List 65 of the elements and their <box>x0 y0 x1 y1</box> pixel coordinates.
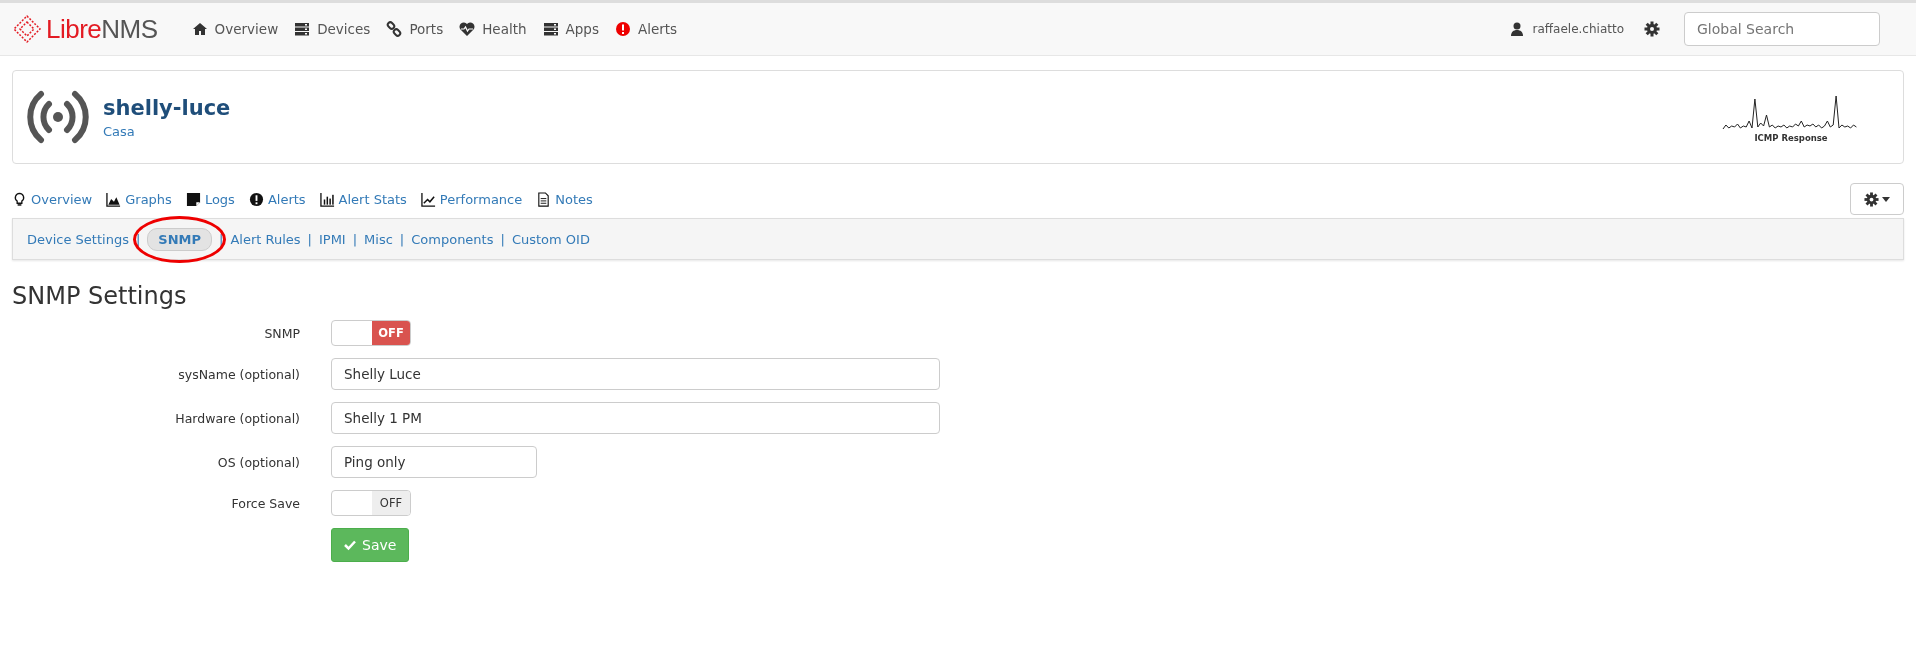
text-field[interactable]: Shelly 1 PM <box>331 402 940 434</box>
separator: | <box>352 231 358 247</box>
logo-wordmark[interactable]: LibreNMS <box>46 13 158 45</box>
separator: | <box>500 231 505 247</box>
switch-state: OFF <box>372 491 410 515</box>
switch-state: OFF <box>372 321 410 345</box>
subnav-link[interactable]: Misc <box>364 231 393 247</box>
toggle-switch[interactable]: OFF <box>331 320 411 346</box>
exclamation-icon <box>614 21 631 37</box>
separator: | <box>307 231 312 247</box>
nav-link[interactable]: Apps <box>534 21 607 37</box>
subnav-link[interactable]: SNMP <box>147 227 213 251</box>
separator: | <box>135 231 141 247</box>
username-link[interactable]: raffaele.chiatto <box>1532 22 1624 36</box>
device-tab[interactable]: Graphs <box>106 191 172 207</box>
save-button[interactable]: Save <box>331 528 410 562</box>
nav-link[interactable]: Health <box>451 21 535 37</box>
subnav-link[interactable]: Device Settings <box>27 231 129 247</box>
search-field[interactable]: Global Search <box>1684 12 1880 46</box>
separator: | <box>399 231 405 247</box>
exclamation-icon <box>248 191 264 207</box>
sticky-note-icon <box>185 191 201 207</box>
field-label: SNMP <box>263 325 300 341</box>
nav-link[interactable]: Overview <box>183 21 287 37</box>
heartbeat-icon <box>459 21 476 37</box>
graph-caption: ICMP Response <box>1754 133 1828 143</box>
device-tab[interactable]: Alert Stats <box>319 191 407 207</box>
field-label: Force Save <box>230 495 300 511</box>
nav-link[interactable]: Devices <box>286 21 379 37</box>
device-tab[interactable]: Alerts <box>248 191 306 207</box>
area-chart-icon <box>106 191 122 207</box>
device-tab[interactable]: Performance <box>420 191 523 207</box>
bar-chart-icon <box>319 191 335 207</box>
device-name[interactable]: shelly-luce <box>103 95 231 120</box>
subnav-link[interactable]: Custom OID <box>511 231 590 247</box>
server-icon <box>542 21 559 37</box>
text-field[interactable]: Ping only <box>331 446 537 478</box>
text-field[interactable]: Shelly Luce <box>331 358 940 390</box>
settings-dropdown-button[interactable] <box>1850 183 1904 215</box>
subnav-link[interactable]: IPMI <box>318 231 346 247</box>
subnav-link[interactable]: Components <box>411 231 494 247</box>
home-icon <box>191 21 208 37</box>
field-label: Hardware (optional) <box>174 410 300 426</box>
line-chart-icon <box>420 191 436 207</box>
subnav-link[interactable]: Alert Rules <box>230 231 301 247</box>
device-tab[interactable]: Logs <box>185 191 235 207</box>
link-icon <box>386 21 403 37</box>
device-location[interactable]: Casa <box>103 123 231 139</box>
device-tab[interactable]: Notes <box>536 191 593 207</box>
settings-icon <box>1864 191 1879 207</box>
lightbulb-icon <box>12 191 27 207</box>
nav-link[interactable]: Ports <box>378 21 452 37</box>
user-icon <box>1508 21 1525 37</box>
checkmark-icon <box>344 539 356 551</box>
section-title: SNMP Settings <box>12 282 188 310</box>
server-icon <box>294 21 311 37</box>
caret-icon <box>1882 196 1890 202</box>
logo-icon <box>12 14 42 44</box>
document-icon <box>536 191 552 207</box>
settings-icon[interactable] <box>1644 21 1660 37</box>
field-label: sysName (optional) <box>177 366 300 382</box>
toggle-switch[interactable]: OFF <box>331 490 411 516</box>
field-label: OS (optional) <box>216 454 300 470</box>
device-tab[interactable]: Overview <box>12 191 93 207</box>
nav-link[interactable]: Alerts <box>606 21 686 37</box>
